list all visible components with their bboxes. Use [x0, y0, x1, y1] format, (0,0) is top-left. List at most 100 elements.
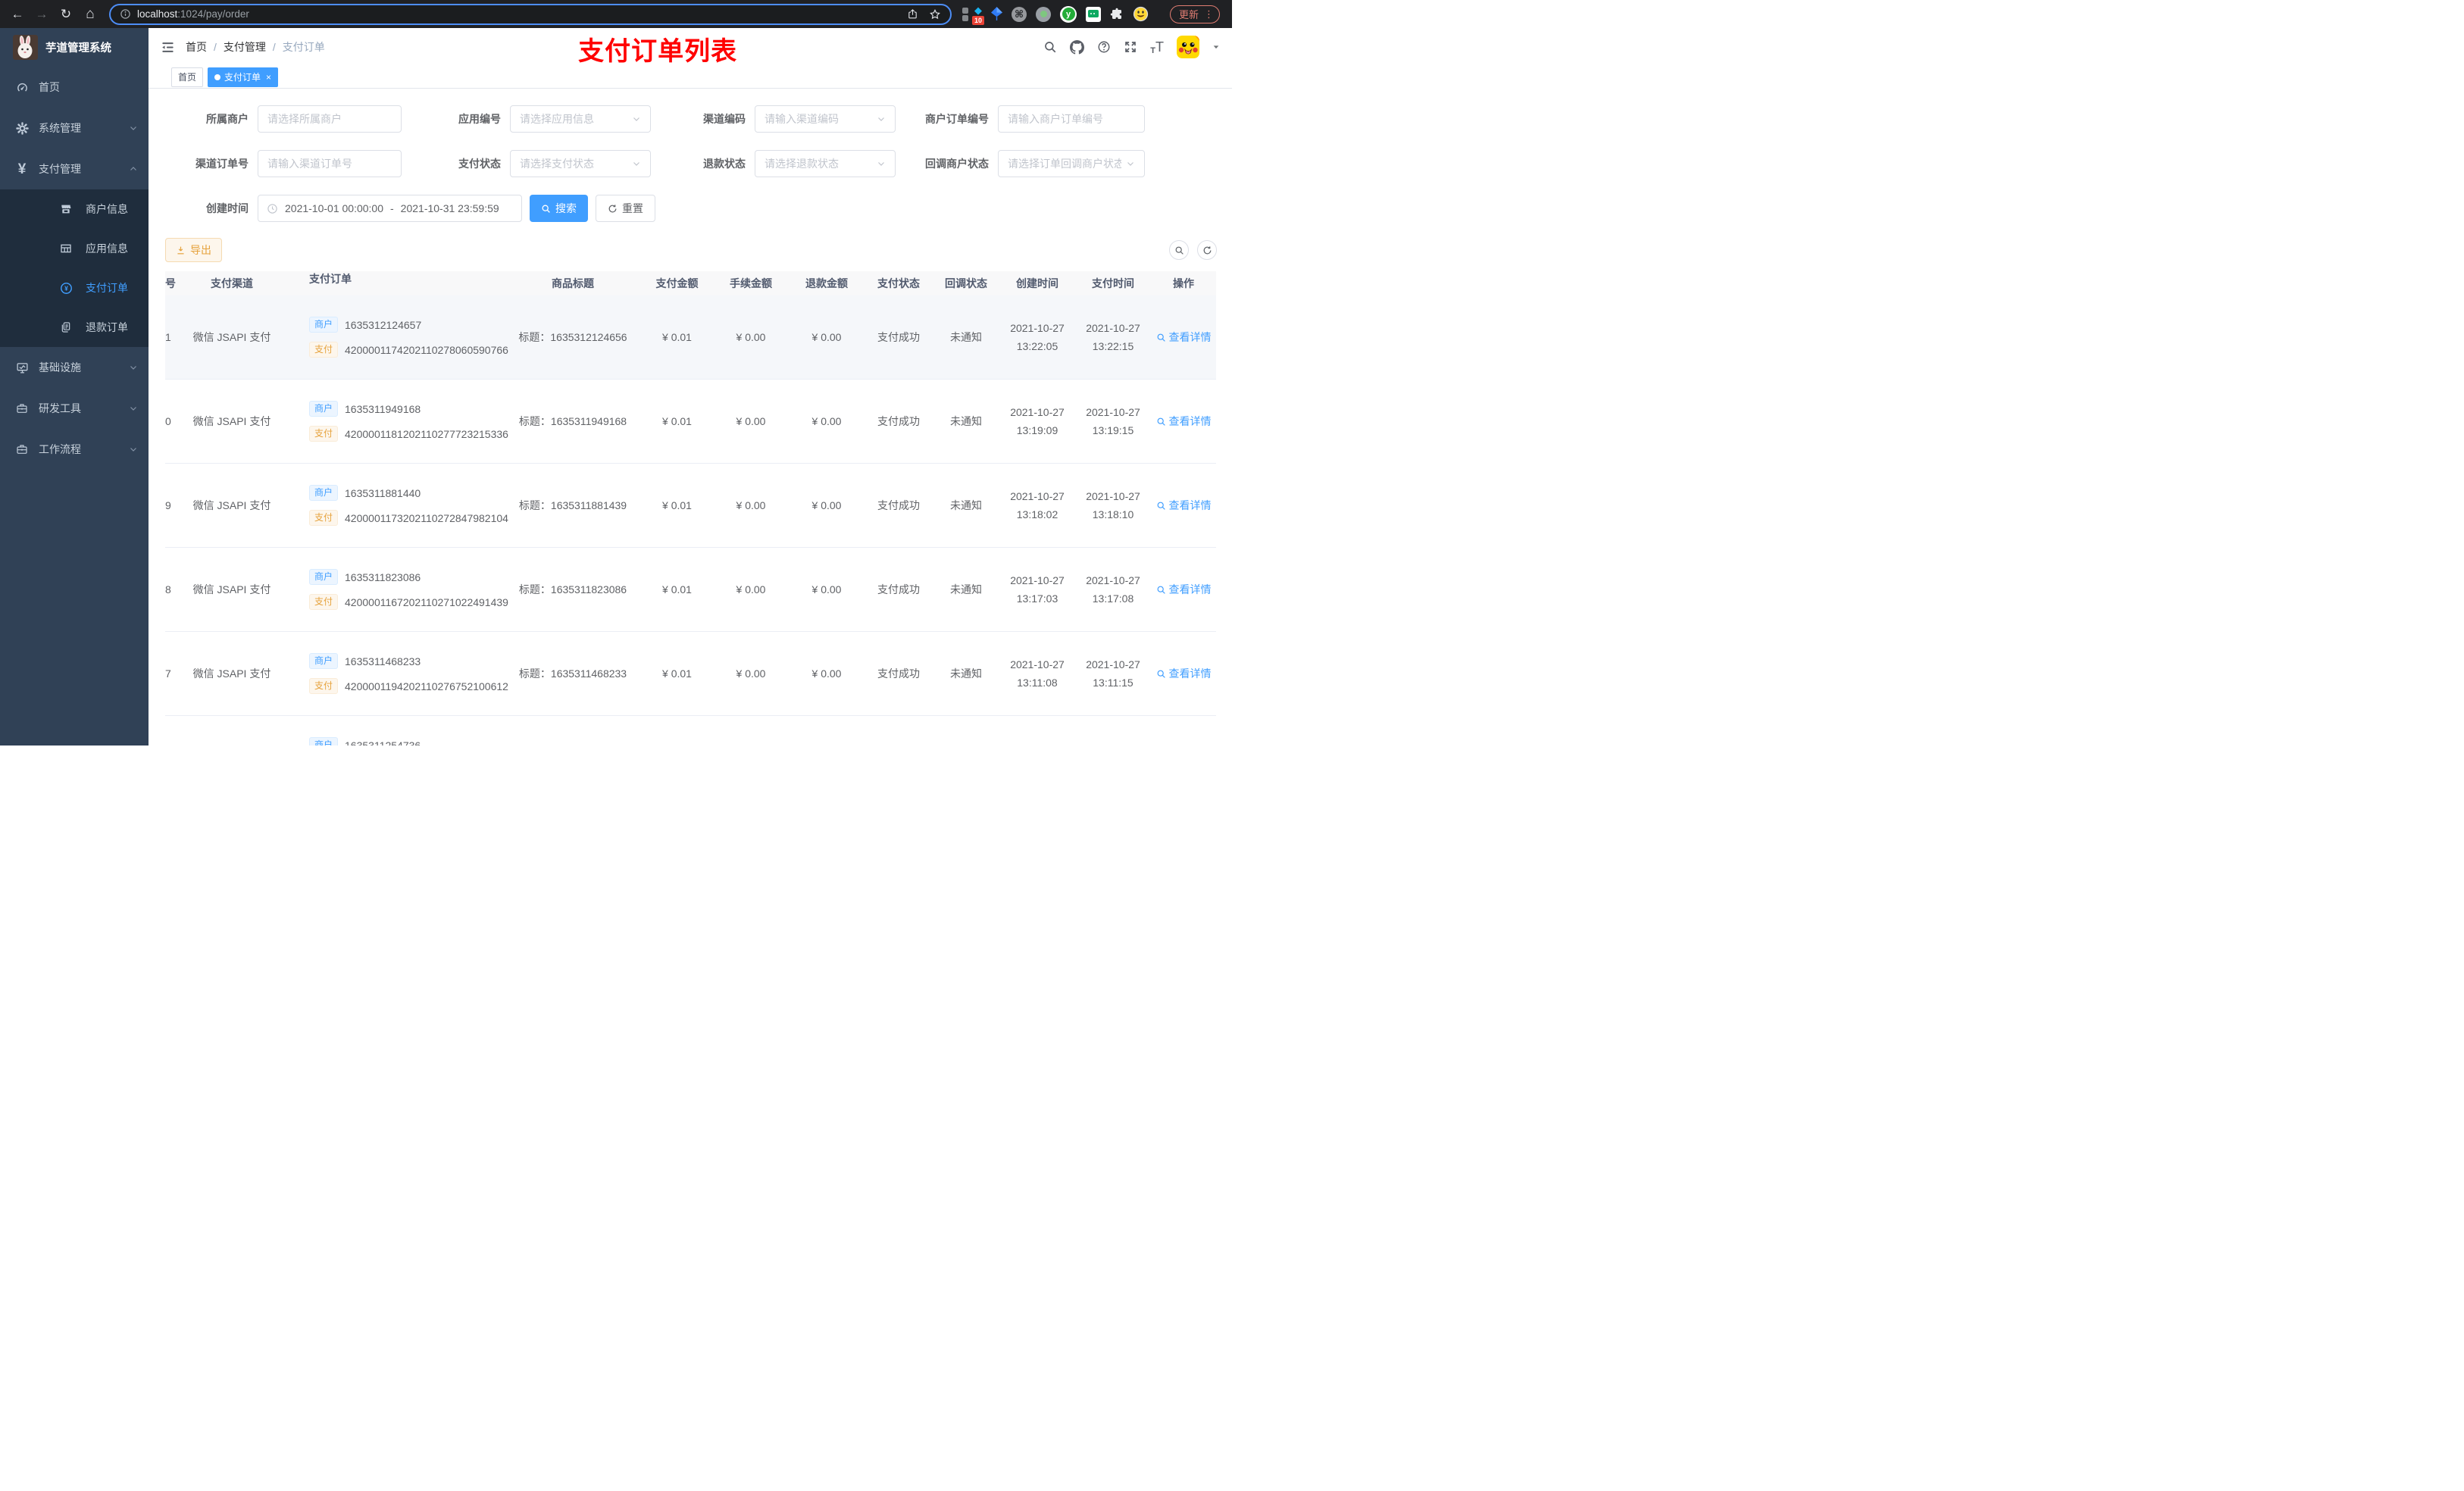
address-bar[interactable]: localhost:1024/pay/order: [109, 3, 952, 25]
breadcrumb-item: 支付订单: [282, 41, 325, 53]
pay-amount: ¥ 0.01: [662, 667, 692, 680]
merchant-order-no: 1635311468233: [345, 655, 421, 667]
fullscreen-icon[interactable]: [1124, 40, 1137, 54]
magnifier-icon: [1156, 417, 1166, 427]
avatar-caret-icon[interactable]: [1212, 43, 1220, 51]
merchant-order-no-label: 商户订单编号: [925, 113, 989, 125]
callback-status-select[interactable]: 请选择订单回调商户状态: [998, 150, 1145, 177]
create-time-range-picker[interactable]: 2021-10-01 00:00:00 - 2021-10-31 23:59:5…: [258, 195, 522, 222]
extension-record-icon[interactable]: [1036, 6, 1051, 22]
tag-active[interactable]: 支付订单 ×: [208, 67, 279, 87]
sidebar-item-dev-tools[interactable]: 研发工具: [0, 388, 149, 429]
row-actions: 查看详情: [1151, 548, 1216, 631]
fee-amount: ¥ 0.00: [736, 667, 766, 680]
pay-status: 支付成功: [877, 499, 920, 511]
table-row: 商户1635311254736支付: [165, 716, 1216, 746]
merchant-order-no: 1635312124657: [345, 318, 422, 331]
sidebar-item-label: 退款订单: [86, 321, 128, 333]
sidebar-item-payment[interactable]: ¥ 支付管理: [0, 148, 149, 189]
channel-code-label: 渠道编码: [703, 113, 746, 125]
sidebar-item-pay-order[interactable]: ¥ 支付订单: [0, 268, 149, 308]
briefcase-icon: [15, 402, 29, 414]
extension-chat-icon[interactable]: [1086, 6, 1101, 22]
extension-y-icon[interactable]: y: [1060, 5, 1077, 23]
sidebar-item-label: 研发工具: [39, 402, 81, 414]
browser-reload-button[interactable]: ↻: [55, 4, 77, 25]
sidebar-logo[interactable]: 芋道管理系统: [0, 28, 149, 67]
sidebar-item-merchant-info[interactable]: 商户信息: [0, 189, 149, 229]
goods-title: 标题：1635311823086: [518, 583, 627, 595]
sidebar-item-workflow[interactable]: 工作流程: [0, 429, 149, 470]
header-search-icon[interactable]: [1043, 40, 1057, 54]
extensions-puzzle-icon[interactable]: [1110, 8, 1124, 21]
merchant-order-no-input[interactable]: 请输入商户订单编号: [998, 105, 1145, 133]
sidebar-item-refund-order[interactable]: 退款订单: [0, 308, 149, 347]
close-icon[interactable]: ×: [266, 72, 271, 83]
browser-menu-icon[interactable]: ⋮: [1204, 9, 1214, 19]
goods-title: 标题：1635311881439: [518, 499, 627, 511]
column-header: 支付状态: [877, 277, 920, 289]
view-detail-link[interactable]: 查看详情: [1156, 498, 1212, 513]
sidebar-item-infrastructure[interactable]: 基础设施: [0, 347, 149, 388]
table-toolbar: 导出: [165, 238, 1217, 262]
browser-update-button[interactable]: 更新 ⋮: [1170, 5, 1221, 23]
hamburger-icon[interactable]: [149, 40, 186, 55]
github-icon[interactable]: [1070, 39, 1085, 55]
search-button[interactable]: 搜索: [530, 195, 588, 222]
extension-command-icon[interactable]: ⌘: [1012, 6, 1027, 22]
create-time-label: 创建时间: [206, 202, 249, 214]
merchant-input[interactable]: 请选择所属商户: [258, 105, 402, 133]
bookmark-star-icon[interactable]: [929, 8, 941, 20]
view-detail-link[interactable]: 查看详情: [1156, 330, 1212, 345]
refresh-table-button[interactable]: [1197, 240, 1217, 260]
toggle-search-button[interactable]: [1169, 240, 1189, 260]
pay-channel: 微信 JSAPI 支付: [192, 331, 271, 343]
pay-order-no: 4200001181202110277723215336: [345, 427, 508, 440]
browser-home-button[interactable]: ⌂: [79, 4, 102, 25]
refund-amount: ¥ 0.00: [811, 667, 842, 680]
pay-time: 2021-10-27 13:22:15: [1086, 321, 1140, 352]
tag-label: 首页: [178, 72, 197, 83]
browser-extensions: ◆ 10 ⌘ y: [953, 5, 1158, 26]
table-header: 编号 支付渠道 支付订单 商品标题 支付金额 手续金额 退款金额 支付状态 回调状态 创建时间 支付…: [165, 271, 1216, 295]
pay-tag: 支付: [309, 678, 339, 694]
column-header: 编号: [165, 277, 176, 289]
channel-order-no-input[interactable]: 请输入渠道订单号: [258, 150, 402, 177]
channel-code-select[interactable]: 请输入渠道编码: [755, 105, 896, 133]
table-body: 21微信 JSAPI 支付商户1635312124657支付4200001174…: [165, 295, 1216, 746]
sidebar-item-home[interactable]: 首页: [0, 67, 149, 108]
table-row: 21 微信 JSAPI 支付 商户 1635312124657 支付 4200001174…: [165, 295, 1216, 380]
pay-time: 2021-10-27 13:19:15: [1086, 405, 1140, 436]
help-icon[interactable]: [1097, 40, 1111, 54]
gear-icon: [15, 121, 29, 135]
view-detail-link[interactable]: 查看详情: [1156, 414, 1212, 429]
font-size-icon[interactable]: TT: [1150, 39, 1164, 55]
annotation-title: 支付订单列表: [578, 37, 738, 66]
view-detail-link[interactable]: 查看详情: [1156, 666, 1212, 681]
create-time: 2021-10-27 13:11:08: [1010, 658, 1065, 689]
refund-status-select[interactable]: 请选择退款状态: [755, 150, 896, 177]
profile-emoji-icon[interactable]: [1133, 6, 1149, 22]
order-id: 20: [165, 415, 171, 427]
extension-diamond-icon[interactable]: ◆ 10: [962, 5, 985, 26]
sidebar-item-system[interactable]: 系统管理: [0, 108, 149, 148]
extension-kite-icon[interactable]: [991, 7, 1002, 21]
browser-forward-button[interactable]: →: [30, 4, 53, 25]
pay-status-select[interactable]: 请选择支付状态: [510, 150, 651, 177]
browser-back-button[interactable]: ←: [6, 4, 29, 25]
breadcrumb-item[interactable]: 首页: [186, 39, 207, 55]
tag-label: 支付订单: [224, 72, 261, 83]
sidebar-item-app-info[interactable]: 应用信息: [0, 229, 149, 268]
view-detail-link[interactable]: 查看详情: [1156, 582, 1212, 597]
tag-item[interactable]: 首页: [171, 67, 204, 87]
breadcrumb-item[interactable]: 支付管理: [224, 39, 266, 55]
reset-button[interactable]: 重置: [596, 195, 655, 222]
export-button[interactable]: 导出: [165, 238, 222, 262]
chevron-down-icon: [129, 123, 138, 133]
app-no-select[interactable]: 请选择应用信息: [510, 105, 651, 133]
user-avatar[interactable]: [1177, 36, 1199, 58]
sidebar-menu: 首页 系统管理 ¥ 支付管理 商户信息 应用信息 ¥ 支付订单退款订单基础设施研发工具工作流程: [0, 67, 149, 470]
share-icon[interactable]: [907, 8, 918, 20]
site-info-icon[interactable]: [120, 8, 131, 20]
table-row: 19 微信 JSAPI 支付 商户 1635311881440 支付 4200001173…: [165, 464, 1216, 548]
